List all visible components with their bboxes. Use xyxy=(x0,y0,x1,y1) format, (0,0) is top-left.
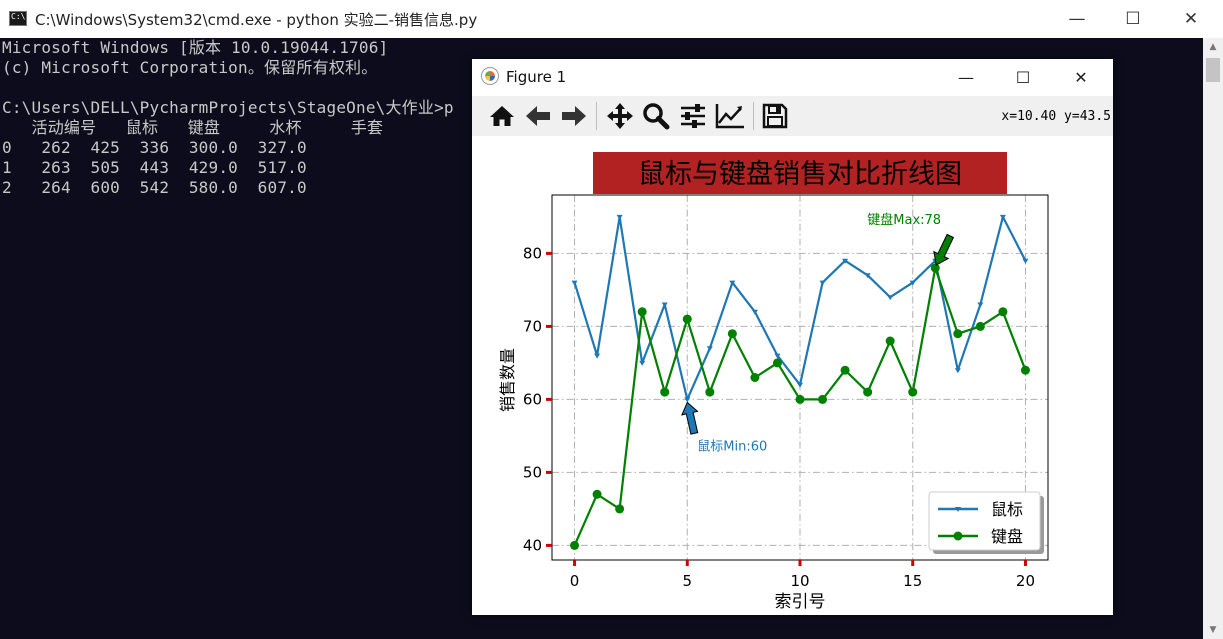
forward-arrow-icon[interactable] xyxy=(558,100,590,132)
legend-box xyxy=(928,491,1041,551)
chart-title: 鼠标与键盘销售对比折线图 xyxy=(638,159,962,190)
scroll-down-arrow-icon[interactable]: ▼ xyxy=(1203,621,1223,639)
annotation-label: 键盘Max:78 xyxy=(867,212,941,228)
x-tick-label: 10 xyxy=(790,572,809,590)
toolbar-separator xyxy=(596,102,597,130)
figure-minimize-button[interactable]: — xyxy=(937,59,995,96)
home-icon[interactable] xyxy=(486,100,518,132)
data-point xyxy=(750,373,760,382)
axes-edit-icon[interactable] xyxy=(714,100,746,132)
x-tick-label: 15 xyxy=(903,572,922,590)
figure-window: Figure 1 — ☐ ✕ x=10.40 y=43.5 鼠标与键盘销售对比折… xyxy=(472,59,1113,615)
save-icon[interactable] xyxy=(759,100,791,132)
y-tick-label: 70 xyxy=(523,317,542,335)
y-tick-label: 40 xyxy=(523,536,542,554)
data-point xyxy=(1020,365,1030,375)
chart-legend: 鼠标键盘 xyxy=(928,491,1044,554)
data-point xyxy=(975,321,985,331)
y-tick-label: 60 xyxy=(523,390,542,408)
cmd-line: Microsoft Windows [版本 10.0.19044.1706] xyxy=(2,38,389,57)
x-tick-label: 5 xyxy=(682,572,692,590)
data-point xyxy=(930,263,940,273)
chart-title-group: 鼠标与键盘销售对比折线图 xyxy=(593,152,1007,194)
data-point xyxy=(885,336,895,346)
data-point xyxy=(908,387,918,397)
scroll-up-arrow-icon[interactable]: ▲ xyxy=(1203,38,1223,56)
zoom-icon[interactable] xyxy=(640,100,672,132)
legend-label: 键盘 xyxy=(991,527,1023,546)
legend-label: 鼠标 xyxy=(991,500,1023,519)
data-point xyxy=(840,365,850,375)
data-point xyxy=(863,387,873,397)
cmd-line: (c) Microsoft Corporation。保留所有权利。 xyxy=(2,58,378,77)
data-point xyxy=(1022,258,1029,264)
figure-close-button[interactable]: ✕ xyxy=(1052,59,1110,96)
cmd-line: 活动编号 鼠标 键盘 水杯 手套 xyxy=(2,118,384,137)
data-point xyxy=(772,358,782,368)
cmd-maximize-button[interactable]: ☐ xyxy=(1104,0,1162,38)
cmd-line: 1 263 505 443 429.0 517.0 xyxy=(2,158,307,177)
cmd-icon: C:\ xyxy=(9,11,27,26)
toolbar-separator xyxy=(753,102,754,130)
data-point xyxy=(639,360,646,366)
data-point xyxy=(616,214,623,220)
data-point xyxy=(797,382,803,388)
x-tick-label: 0 xyxy=(570,572,580,590)
data-point xyxy=(887,295,894,301)
data-point xyxy=(705,387,715,397)
annotation-arrow xyxy=(933,233,955,266)
figure-title: Figure 1 xyxy=(506,68,567,86)
data-point xyxy=(637,307,647,317)
annotation-label: 鼠标Min:60 xyxy=(697,439,767,454)
subplots-icon[interactable] xyxy=(677,100,709,132)
data-point xyxy=(819,280,826,286)
x-axis-label: 索引号 xyxy=(775,592,826,612)
x-tick-label: 20 xyxy=(1016,572,1035,590)
cmd-minimize-button[interactable]: — xyxy=(1048,0,1106,38)
data-point xyxy=(661,302,668,308)
back-arrow-icon[interactable] xyxy=(522,100,554,132)
figure-toolbar: x=10.40 y=43.5 xyxy=(472,96,1113,136)
cmd-titlebar: C:\ C:\Windows\System32\cmd.exe - python… xyxy=(0,0,1223,38)
figure-maximize-button[interactable]: ☐ xyxy=(994,59,1052,96)
matplotlib-logo-icon xyxy=(481,67,499,85)
legend-marker xyxy=(953,531,963,541)
data-point xyxy=(977,302,984,308)
data-point xyxy=(570,540,580,550)
data-point xyxy=(953,329,963,339)
data-point xyxy=(615,504,625,514)
y-axis-label: 销售数量 xyxy=(498,348,517,412)
cursor-coordinate-readout: x=10.40 y=43.5 xyxy=(1001,109,1111,124)
data-point xyxy=(998,307,1008,317)
cmd-line: 0 262 425 336 300.0 327.0 xyxy=(2,138,307,157)
data-point xyxy=(660,387,670,397)
cmd-scrollbar[interactable]: ▲ ▼ xyxy=(1203,38,1223,639)
data-point xyxy=(571,280,578,286)
cmd-line: 2 264 600 542 580.0 607.0 xyxy=(2,178,307,197)
data-point xyxy=(795,394,805,404)
figure-titlebar: Figure 1 — ☐ ✕ xyxy=(472,59,1113,96)
figure-canvas[interactable]: 鼠标与键盘销售对比折线图 0 5 10 15 20 40 50 60 70 80 索引号 销售数量… xyxy=(472,136,1113,615)
y-tick-label: 50 xyxy=(523,463,542,481)
cmd-window-title: C:\Windows\System32\cmd.exe - python 实验二… xyxy=(35,11,478,29)
scroll-thumb[interactable] xyxy=(1206,58,1220,82)
data-point xyxy=(727,329,737,339)
data-point xyxy=(594,353,601,359)
line-chart[interactable]: 鼠标与键盘销售对比折线图 0 5 10 15 20 40 50 60 70 80 索引号 销售数量… xyxy=(472,136,1113,615)
y-tick-label: 80 xyxy=(523,244,542,262)
data-point xyxy=(954,368,961,374)
cmd-close-button[interactable]: ✕ xyxy=(1162,0,1220,38)
cmd-line: C:\Users\DELL\PycharmProjects\StageOne\大… xyxy=(2,98,454,117)
pan-icon[interactable] xyxy=(604,100,636,132)
data-point xyxy=(682,314,692,324)
annotation-arrow xyxy=(681,401,699,435)
data-point xyxy=(592,489,602,499)
data-point xyxy=(818,394,828,404)
